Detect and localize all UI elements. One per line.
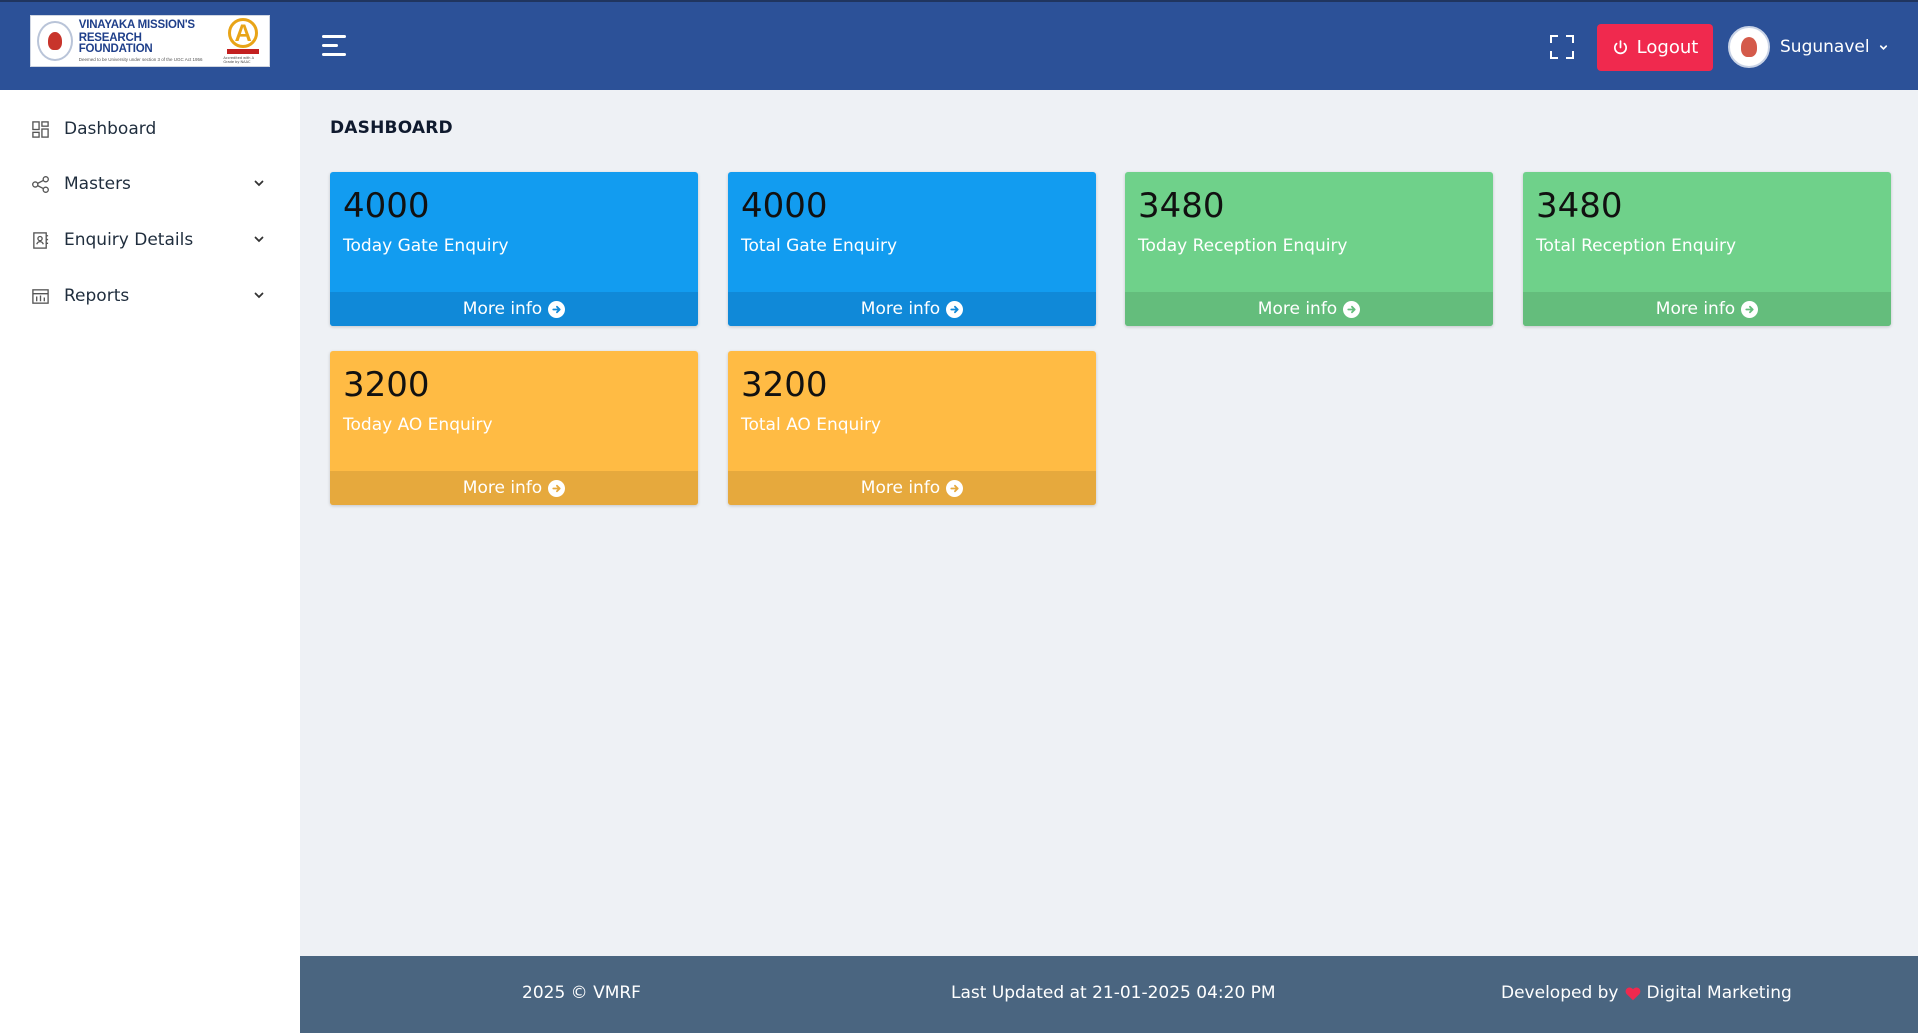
developed-by-label: Developed by <box>1501 983 1619 1003</box>
more-info-link[interactable]: More info <box>330 292 698 326</box>
fullscreen-icon[interactable] <box>1550 35 1574 59</box>
arrow-circle-right-icon <box>946 479 964 497</box>
stat-card-total-gate-enquiry: 4000 Total Gate Enquiry More info <box>728 172 1096 326</box>
more-info-label: More info <box>462 299 543 319</box>
sidebar-item-enquiry-details[interactable]: Enquiry Details <box>0 218 300 262</box>
card-value: 3200 <box>343 365 430 405</box>
arrow-circle-right-icon <box>1343 300 1361 318</box>
avatar <box>1728 26 1770 68</box>
logout-button[interactable]: Logout <box>1597 24 1713 71</box>
card-label: Today Gate Enquiry <box>343 236 509 256</box>
more-info-link[interactable]: More info <box>1125 292 1493 326</box>
dashboard-icon <box>30 119 50 139</box>
sidebar-item-label: Enquiry Details <box>64 230 194 250</box>
more-info-label: More info <box>1257 299 1338 319</box>
chevron-down-icon <box>254 292 264 299</box>
user-name: Sugunavel <box>1780 37 1870 57</box>
arrow-circle-right-icon <box>548 300 566 318</box>
more-info-label: More info <box>860 299 941 319</box>
share-icon <box>30 174 50 194</box>
logo-line-1: VINAYAKA MISSION'S <box>78 19 195 31</box>
chevron-down-icon <box>1879 44 1887 50</box>
naac-badge-text: Accredited with A Grade by NAAC <box>223 56 255 64</box>
logo-line-3: Deemed to be University under section 3 … <box>78 56 203 62</box>
stat-card-today-gate-enquiry: 4000 Today Gate Enquiry More info <box>330 172 698 326</box>
developer-name[interactable]: Digital Marketing <box>1647 983 1792 1003</box>
more-info-label: More info <box>860 478 941 498</box>
more-info-link[interactable]: More info <box>728 292 1096 326</box>
logo-line-2: RESEARCH FOUNDATION <box>78 31 153 55</box>
user-menu[interactable]: Sugunavel <box>1728 26 1889 68</box>
more-info-label: More info <box>462 478 543 498</box>
card-label: Today Reception Enquiry <box>1138 236 1348 256</box>
arrow-circle-right-icon <box>548 479 566 497</box>
sidebar-item-label: Masters <box>64 174 131 194</box>
top-navbar: VINAYAKA MISSION'S RESEARCH FOUNDATION D… <box>0 0 1918 90</box>
naac-badge-letter: A <box>228 18 259 48</box>
hamburger-icon[interactable] <box>322 35 348 57</box>
card-value: 3480 <box>1138 186 1225 226</box>
card-value: 4000 <box>741 186 828 226</box>
stat-card-today-reception-enquiry: 3480 Today Reception Enquiry More info <box>1125 172 1493 326</box>
logo-text: VINAYAKA MISSION'S RESEARCH FOUNDATION D… <box>78 19 218 62</box>
stat-card-total-reception-enquiry: 3480 Total Reception Enquiry More info <box>1523 172 1891 326</box>
sidebar-item-label: Reports <box>64 286 130 306</box>
footer-last-updated: Last Updated at 21-01-2025 04:20 PM <box>951 983 1276 1003</box>
more-info-label: More info <box>1655 299 1736 319</box>
arrow-circle-right-icon <box>1741 300 1759 318</box>
card-label: Total Gate Enquiry <box>741 236 898 256</box>
page-title: DASHBOARD <box>330 118 453 138</box>
card-value: 4000 <box>343 186 430 226</box>
naac-badge-ribbon <box>227 49 260 54</box>
logout-label: Logout <box>1636 37 1699 58</box>
sidebar-item-reports[interactable]: Reports <box>0 274 300 318</box>
card-value: 3200 <box>741 365 828 405</box>
sidebar: Dashboard Masters Enquiry Details Report… <box>0 90 300 1033</box>
card-label: Total Reception Enquiry <box>1536 236 1737 256</box>
naac-badge-icon: A Accredited with A Grade by NAAC <box>223 18 263 64</box>
page-footer: 2025 © VMRF Last Updated at 21-01-2025 0… <box>300 956 1918 1033</box>
footer-copyright: 2025 © VMRF <box>522 983 641 1003</box>
stat-card-today-ao-enquiry: 3200 Today AO Enquiry More info <box>330 351 698 505</box>
reports-icon <box>30 286 50 306</box>
more-info-link[interactable]: More info <box>330 471 698 505</box>
chevron-down-icon <box>254 236 264 243</box>
heart-icon <box>1625 987 1640 1000</box>
footer-developed-by: Developed by Digital Marketing <box>1501 983 1792 1003</box>
sidebar-item-dashboard[interactable]: Dashboard <box>0 107 300 151</box>
sidebar-item-masters[interactable]: Masters <box>0 162 300 206</box>
vmrf-logo[interactable]: VINAYAKA MISSION'S RESEARCH FOUNDATION D… <box>30 15 270 67</box>
arrow-circle-right-icon <box>946 300 964 318</box>
chevron-down-icon <box>254 180 264 187</box>
card-value: 3480 <box>1536 186 1623 226</box>
contact-book-icon <box>30 230 50 250</box>
stat-card-total-ao-enquiry: 3200 Total AO Enquiry More info <box>728 351 1096 505</box>
more-info-link[interactable]: More info <box>1523 292 1891 326</box>
university-seal-icon <box>37 21 73 61</box>
card-label: Today AO Enquiry <box>343 415 493 435</box>
power-icon <box>1613 40 1627 55</box>
more-info-link[interactable]: More info <box>728 471 1096 505</box>
sidebar-item-label: Dashboard <box>64 119 157 139</box>
card-label: Total AO Enquiry <box>741 415 882 435</box>
